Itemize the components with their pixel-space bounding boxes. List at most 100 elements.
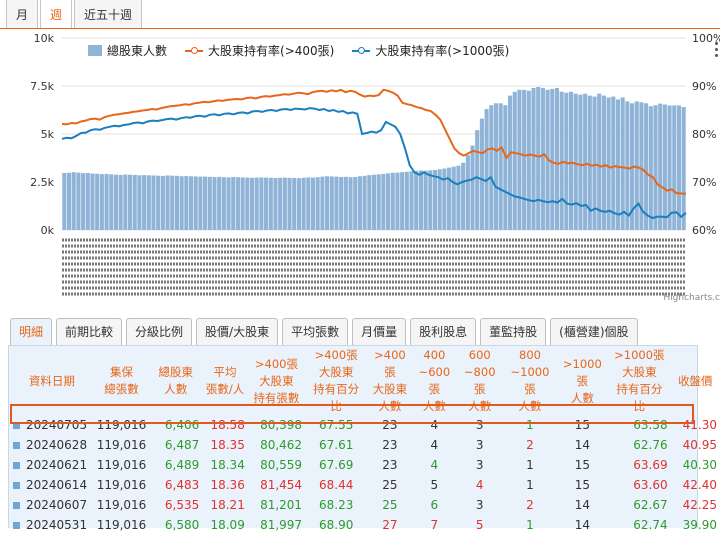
bar [71, 172, 76, 230]
date-text: 20240705 [26, 418, 88, 432]
column-header[interactable]: 平均 張數/人 [202, 347, 248, 415]
legend-line-swatch [185, 46, 204, 54]
bar [573, 93, 578, 231]
chart-menu-icon[interactable] [715, 42, 718, 60]
subtab-0[interactable]: 明細 [10, 318, 53, 346]
bar [287, 177, 292, 230]
column-header[interactable]: >400張 大股東 持有百分比 [305, 347, 367, 415]
column-header[interactable]: 400 ~600張 人數 [413, 347, 457, 415]
date-text: 20240614 [26, 478, 88, 492]
tab-month[interactable]: 月 [6, 0, 39, 29]
bar [95, 173, 100, 230]
bar [123, 174, 128, 230]
date-text: 20240621 [26, 458, 88, 472]
date-cell: 20240628 [10, 435, 94, 455]
value-cell: 5 [430, 478, 439, 492]
subtab-6[interactable]: 股利股息 [410, 318, 477, 346]
subtab-4[interactable]: 平均張數 [282, 318, 349, 346]
bar [461, 162, 466, 230]
bar [334, 176, 339, 230]
table-row[interactable]: 20240705 119,016 6,406 18.58 80,398 67.55 23 4 3… [10, 415, 720, 435]
bar [667, 105, 672, 230]
value-cell: 14 [574, 438, 590, 452]
bar [386, 173, 391, 230]
bar [76, 172, 81, 230]
tab-recent-50-weeks[interactable]: 近五十週 [74, 0, 143, 29]
column-header[interactable]: 收盤價 [671, 347, 720, 415]
legend-bar-swatch [88, 45, 102, 56]
shareholder-chart: 0k60%2.5k70%5k80%7.5k90%10k100% [0, 30, 720, 306]
bar [601, 95, 606, 230]
legend-line-swatch [352, 46, 371, 54]
legend-total-shareholders[interactable]: 總股東人數 [88, 42, 167, 59]
bar [226, 177, 231, 230]
bar [517, 89, 522, 230]
bar [615, 99, 621, 230]
column-header[interactable]: >1000張 人數 [557, 347, 608, 415]
tab-week[interactable]: 週 [40, 0, 73, 29]
value-cell: 15 [574, 478, 590, 492]
subtab-1[interactable]: 前期比較 [56, 318, 123, 346]
value-cell: 119,016 [96, 438, 147, 452]
bar [278, 177, 283, 230]
subtab-8[interactable]: (櫃營建)個股 [550, 318, 638, 346]
bar [198, 176, 203, 230]
column-header[interactable]: >400張 大股東 持有張數 [248, 347, 305, 415]
bar [179, 176, 184, 230]
bar [409, 171, 414, 230]
table-row[interactable]: 20240607 119,016 6,535 18.21 81,201 68.23 25 6 3… [10, 495, 720, 515]
subtab-7[interactable]: 董監持股 [480, 318, 547, 346]
bar [301, 177, 306, 230]
column-header[interactable]: 集保 總張數 [94, 347, 150, 415]
subtab-3[interactable]: 股價/大股東 [196, 318, 279, 346]
value-cell: 3 [475, 438, 484, 452]
table-header-row: 資料日期 集保 總張數 總股東 人數 平均 張數/人 >400張 大股東 持有張數 >400張 大股東… [10, 347, 720, 415]
right-tick-label: 70% [692, 176, 716, 189]
left-tick-label: 5k [41, 128, 55, 141]
value-cell: 27 [382, 518, 398, 532]
value-cell: 119,016 [96, 478, 147, 492]
table-row[interactable]: 20240621 119,016 6,489 18.34 80,559 67.69 23 4 3… [10, 455, 720, 475]
table-row[interactable]: 20240628 119,016 6,487 18.35 80,462 67.61 23 4 3… [10, 435, 720, 455]
column-header[interactable]: 600 ~800張 人數 [456, 347, 503, 415]
subtab-2[interactable]: 分級比例 [126, 318, 193, 346]
column-header[interactable]: 800 ~1000張 人數 [503, 347, 556, 415]
bar [156, 175, 161, 230]
bar [193, 176, 198, 230]
bar [310, 177, 316, 230]
highcharts-credit[interactable]: Highcharts.c [663, 293, 720, 303]
tab-underline [0, 28, 720, 29]
bar [339, 177, 344, 230]
value-cell: 63.58 [633, 418, 668, 432]
value-cell: 15 [574, 458, 590, 472]
value-cell: 1 [526, 458, 534, 472]
legend-major-400[interactable]: 大股東持有率(>400張) [185, 42, 334, 59]
value-cell: 6,406 [164, 418, 200, 432]
bar [353, 177, 358, 230]
bar [479, 118, 484, 230]
right-tick-label: 80% [692, 128, 716, 141]
bar [343, 176, 348, 230]
legend-major-1000[interactable]: 大股東持有率(>1000張) [352, 42, 509, 59]
table-row[interactable]: 20240531 119,016 6,580 18.09 81,997 68.90 27 7 5… [10, 515, 720, 535]
row-bullet-icon [13, 522, 20, 529]
bar [160, 175, 165, 230]
bar [662, 104, 667, 230]
column-header[interactable]: >400張 大股東 人數 [367, 347, 412, 415]
table-row[interactable]: 20240614 119,016 6,483 18.36 81,454 68.44 25 5 4… [10, 475, 720, 495]
bar [503, 105, 508, 230]
bar [212, 177, 217, 230]
column-header[interactable]: 資料日期 [10, 347, 94, 415]
column-header[interactable]: >1000張 大股東 持有百分比 [608, 347, 671, 415]
bar [254, 177, 259, 230]
value-cell: 80,559 [260, 458, 303, 472]
bar [676, 105, 682, 230]
bar [395, 172, 400, 230]
value-cell: 3 [475, 418, 484, 432]
date-cell: 20240621 [10, 455, 94, 475]
subtab-5[interactable]: 月價量 [352, 318, 407, 346]
value-cell: 81,454 [260, 478, 303, 492]
column-header[interactable]: 總股東 人數 [149, 347, 202, 415]
x-axis-labels [62, 238, 686, 296]
bar [620, 97, 625, 231]
